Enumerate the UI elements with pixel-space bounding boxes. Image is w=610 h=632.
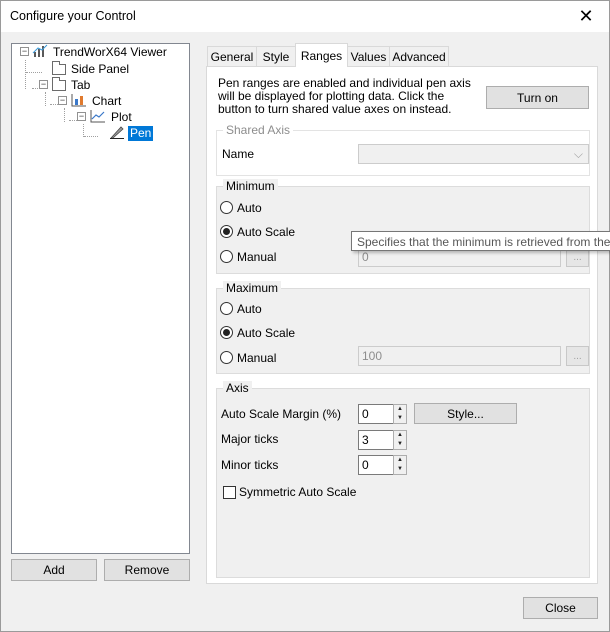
minor-ticks-label: Minor ticks <box>221 458 279 472</box>
tree-node-label: TrendWorX64 Viewer <box>53 44 167 59</box>
spin-down-icon[interactable]: ▼ <box>394 440 406 449</box>
radio-label: Auto <box>237 302 262 316</box>
collapse-icon[interactable]: − <box>39 80 48 89</box>
close-button[interactable]: Close <box>523 597 598 619</box>
turn-on-button[interactable]: Turn on <box>486 86 589 109</box>
chevron-down-icon: ⌵ <box>573 147 583 161</box>
major-ticks-label: Major ticks <box>221 432 279 446</box>
axis-style-button[interactable]: Style... <box>414 403 517 424</box>
tree-node-plot[interactable]: Plot <box>90 109 134 125</box>
minimum-auto-scale-radio[interactable] <box>220 225 233 238</box>
tab-ranges[interactable]: Ranges <box>295 43 348 67</box>
collapse-icon[interactable]: − <box>20 47 29 56</box>
shared-axis-name-dropdown[interactable]: ⌵ <box>358 144 589 164</box>
title-bar[interactable]: Configure your Control ✕ <box>1 1 609 32</box>
tab-advanced[interactable]: Advanced <box>389 46 449 66</box>
radio-label: Auto Scale <box>237 326 296 340</box>
radio-label: Auto <box>237 201 262 215</box>
collapse-icon[interactable]: − <box>58 96 67 105</box>
auto-scale-margin-input[interactable]: 0 <box>358 404 394 424</box>
minor-ticks-input[interactable]: 0 <box>358 455 394 475</box>
major-ticks-input[interactable]: 3 <box>358 430 394 450</box>
group-title: Maximum <box>223 281 282 295</box>
line-chart-icon <box>90 109 106 126</box>
spin-up-icon[interactable]: ▲ <box>394 431 406 440</box>
auto-scale-margin-spinner[interactable]: ▲ ▼ <box>393 404 407 424</box>
group-title: Axis <box>223 381 252 395</box>
spin-up-icon[interactable]: ▲ <box>394 405 406 414</box>
spin-down-icon[interactable]: ▼ <box>394 465 406 474</box>
radio-label: Auto Scale <box>237 225 296 239</box>
tree-node-label: Pen <box>128 125 154 141</box>
ranges-description: Pen ranges are enabled and individual pe… <box>218 76 471 116</box>
tree-node-pen[interactable]: Pen <box>109 125 154 142</box>
control-tree[interactable]: − TrendWorX64 Viewer Side Panel − Tab − … <box>11 43 190 554</box>
maximum-manual-radio[interactable] <box>220 351 233 364</box>
group-title: Minimum <box>223 179 278 193</box>
symmetric-auto-scale-checkbox[interactable] <box>223 486 236 499</box>
tree-node-chart[interactable]: Chart <box>71 93 123 109</box>
minimum-tooltip: Specifies that the minimum is retrieved … <box>351 231 610 251</box>
auto-scale-margin-label: Auto Scale Margin (%) <box>221 407 342 421</box>
tree-node-trendworx-viewer[interactable]: TrendWorX64 Viewer <box>32 44 169 60</box>
spin-up-icon[interactable]: ▲ <box>394 456 406 465</box>
remove-button[interactable]: Remove <box>104 559 190 581</box>
maximum-group: Maximum Auto Auto Scale Manual 100 ... <box>216 281 590 374</box>
spin-down-icon[interactable]: ▼ <box>394 414 406 423</box>
tree-node-tab[interactable]: Tab <box>52 76 92 93</box>
radio-label: Manual <box>237 250 277 264</box>
tree-node-label: Tab <box>71 77 91 92</box>
tree-node-label: Plot <box>111 109 132 124</box>
minimum-auto-radio[interactable] <box>220 201 233 214</box>
major-ticks-spinner[interactable]: ▲ ▼ <box>393 430 407 450</box>
tree-node-side-panel[interactable]: Side Panel <box>52 60 131 77</box>
configure-dialog: Configure your Control ✕ − TrendWorX64 V… <box>0 0 610 632</box>
folder-icon <box>52 60 66 75</box>
close-icon[interactable]: ✕ <box>563 1 609 32</box>
bar-chart-icon <box>32 44 48 61</box>
folder-icon <box>52 76 66 91</box>
maximum-browse-button[interactable]: ... <box>566 346 589 366</box>
maximum-auto-scale-radio[interactable] <box>220 326 233 339</box>
axis-group: Axis Auto Scale Margin (%) 0 ▲ ▼ Style..… <box>216 381 590 578</box>
radio-label: Manual <box>237 351 277 365</box>
collapse-icon[interactable]: − <box>77 112 86 121</box>
add-button[interactable]: Add <box>11 559 97 581</box>
group-title: Shared Axis <box>223 123 294 137</box>
tab-style[interactable]: Style <box>256 46 296 66</box>
window-title: Configure your Control <box>10 9 136 23</box>
tree-node-label: Chart <box>92 93 122 108</box>
shared-axis-group: Shared Axis Name ⌵ <box>216 123 590 176</box>
minimum-manual-radio[interactable] <box>220 250 233 263</box>
maximum-manual-input[interactable]: 100 <box>358 346 561 366</box>
minimum-group: Minimum Auto Auto Scale Manual 0 ... <box>216 179 590 274</box>
symmetric-auto-scale-label: Symmetric Auto Scale <box>239 485 357 499</box>
shared-axis-name-label: Name <box>222 147 255 161</box>
maximum-auto-radio[interactable] <box>220 302 233 315</box>
tab-values[interactable]: Values <box>347 46 390 66</box>
ranges-panel: Pen ranges are enabled and individual pe… <box>206 66 598 584</box>
tab-general[interactable]: General <box>207 46 257 66</box>
minor-ticks-spinner[interactable]: ▲ ▼ <box>393 455 407 475</box>
chart-icon <box>71 93 87 110</box>
tree-node-label: Side Panel <box>71 61 130 76</box>
pen-icon <box>109 125 125 142</box>
